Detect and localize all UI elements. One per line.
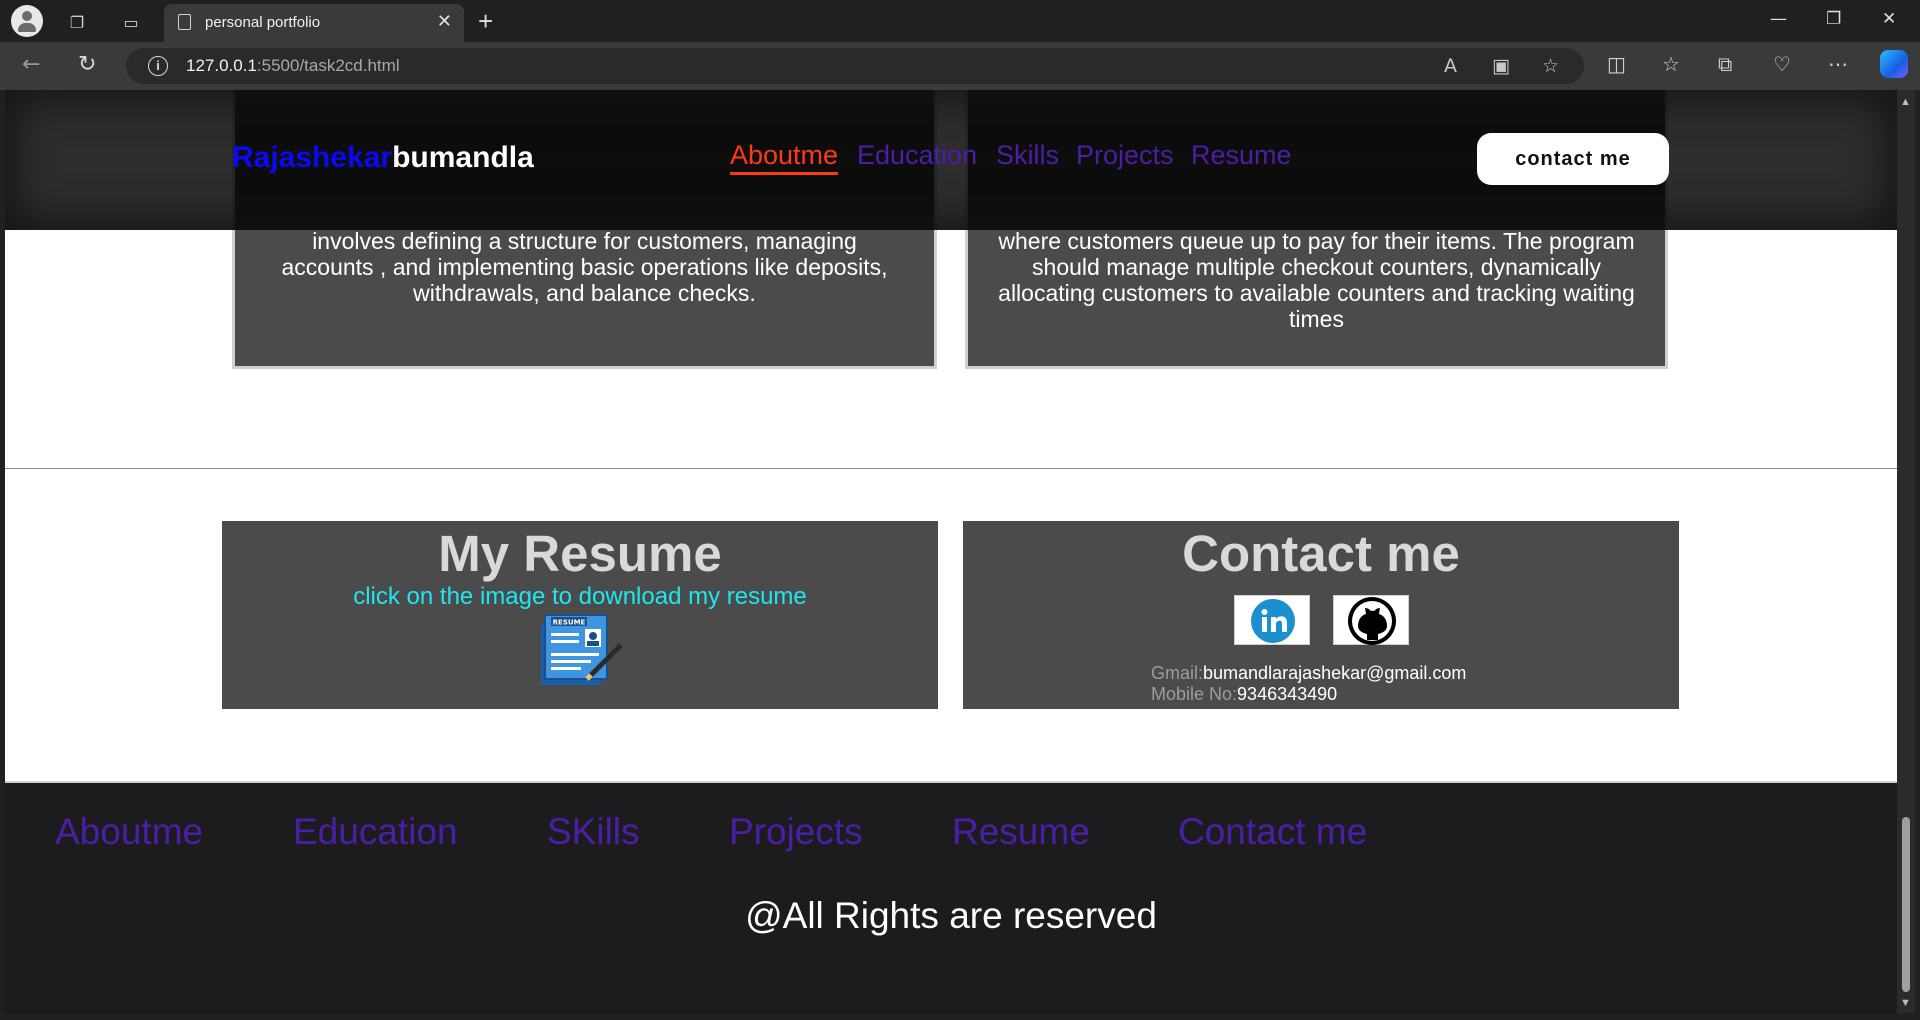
scrollbar-thumb[interactable] <box>1902 817 1910 992</box>
address-toolbar: ← ↻ i 127.0.0.1:5500/task2cd.html A ▣ ☆ … <box>0 42 1920 90</box>
tab-actions-icon[interactable]: ▭ <box>117 8 145 36</box>
resume-download-icon[interactable]: RESUME <box>541 613 625 685</box>
mobile-line: Mobile No:9346343490 <box>1151 684 1466 705</box>
nav-link-resume[interactable]: Resume <box>1191 140 1292 171</box>
more-options-icon[interactable]: ⋯ <box>1828 52 1848 76</box>
url-host: 127.0.0.1 <box>186 56 257 75</box>
browser-essentials-icon[interactable]: ♡ <box>1773 52 1791 76</box>
close-tab-icon[interactable]: ✕ <box>437 11 452 32</box>
footer-link-education[interactable]: Education <box>293 811 458 853</box>
gmail-value[interactable]: bumandlarajashekar@gmail.com <box>1203 663 1466 683</box>
minimize-icon[interactable]: — <box>1770 9 1787 29</box>
address-bar[interactable]: i 127.0.0.1:5500/task2cd.html A ▣ ☆ <box>126 48 1584 84</box>
site-logo[interactable]: Rajashekarbumandla <box>232 141 534 175</box>
logo-first-name: Rajashekar <box>232 141 393 174</box>
copyright-text: @All Rights are reserved <box>745 895 1157 936</box>
site-header: Rajashekarbumandla Aboutme Education Ski… <box>5 90 1897 230</box>
footer-link-resume[interactable]: Resume <box>952 811 1090 853</box>
github-icon <box>1348 597 1396 645</box>
browser-tab[interactable]: personal portfolio ✕ <box>164 4 464 42</box>
contact-details: Gmail:bumandlarajashekar@gmail.com Mobil… <box>1151 663 1466 705</box>
svg-text:RESUME: RESUME <box>553 619 586 627</box>
site-info-icon[interactable]: i <box>148 56 168 76</box>
scroll-up-icon[interactable]: ▲ <box>1900 96 1911 108</box>
nav-link-education[interactable]: Education <box>857 140 977 171</box>
project-description: involves defining a structure for custom… <box>281 228 888 306</box>
nav-link-aboutme[interactable]: Aboutme <box>730 140 839 175</box>
footer-link-skills[interactable]: SKills <box>547 811 640 853</box>
mobile-label: Mobile No: <box>1151 684 1238 704</box>
split-screen-icon[interactable]: ◫ <box>1607 52 1626 76</box>
workspaces-icon[interactable]: ❐ <box>63 8 91 36</box>
new-tab-button[interactable]: + <box>478 6 493 37</box>
contact-title: Contact me <box>1182 525 1460 582</box>
browser-tab-bar: ❐ ▭ personal portfolio ✕ + — ❐ ✕ <box>0 0 1920 42</box>
nav-link-skills[interactable]: Skills <box>996 140 1059 171</box>
scroll-down-icon[interactable]: ▼ <box>1900 997 1911 1009</box>
contact-me-button[interactable]: contact me <box>1477 133 1669 185</box>
contact-section: Contact me Gmail:bumandlarajashekar@gmai… <box>963 521 1679 709</box>
refresh-icon[interactable]: ↻ <box>78 52 96 77</box>
gmail-line: Gmail:bumandlarajashekar@gmail.com <box>1151 663 1466 684</box>
resume-section: My Resume click on the image to download… <box>222 521 938 709</box>
close-window-icon[interactable]: ✕ <box>1882 9 1896 29</box>
resume-subtitle: click on the image to download my resume <box>353 583 807 610</box>
nav-link-projects[interactable]: Projects <box>1076 140 1174 171</box>
github-link[interactable] <box>1333 595 1409 645</box>
footer-link-contact[interactable]: Contact me <box>1178 811 1367 853</box>
tab-title: personal portfolio <box>205 14 321 31</box>
page-footer: Aboutme Education SKills Projects Resume… <box>5 781 1897 1013</box>
logo-last-name: bumandla <box>392 141 534 174</box>
project-description: where customers queue up to pay for thei… <box>998 228 1635 332</box>
gmail-label: Gmail: <box>1151 663 1204 683</box>
page-viewport: involves defining a structure for custom… <box>5 90 1897 1013</box>
mobile-value: 9346343490 <box>1237 684 1338 704</box>
favorite-star-icon[interactable]: ☆ <box>1542 55 1559 77</box>
url-text[interactable]: 127.0.0.1:5500/task2cd.html <box>186 56 400 76</box>
resume-title: My Resume <box>438 525 722 582</box>
page-file-icon <box>178 14 191 30</box>
collections-icon[interactable]: ⧉ <box>1718 52 1732 76</box>
profile-avatar-icon[interactable] <box>11 5 43 37</box>
linkedin-link[interactable] <box>1234 595 1310 645</box>
footer-link-aboutme[interactable]: Aboutme <box>55 811 203 853</box>
page-scrollbar[interactable]: ▲ ▼ <box>1897 90 1915 1013</box>
footer-link-projects[interactable]: Projects <box>729 811 863 853</box>
copilot-icon[interactable] <box>1880 50 1908 78</box>
section-divider <box>5 468 1897 469</box>
favorites-icon[interactable]: ☆ <box>1662 52 1680 76</box>
read-aloud-icon[interactable]: A <box>1444 55 1457 77</box>
immersive-reader-icon[interactable]: ▣ <box>1492 55 1510 77</box>
restore-icon[interactable]: ❐ <box>1826 9 1841 29</box>
linkedin-icon <box>1251 599 1295 643</box>
url-path: :5500/task2cd.html <box>256 56 400 75</box>
back-icon[interactable]: ← <box>22 52 40 77</box>
